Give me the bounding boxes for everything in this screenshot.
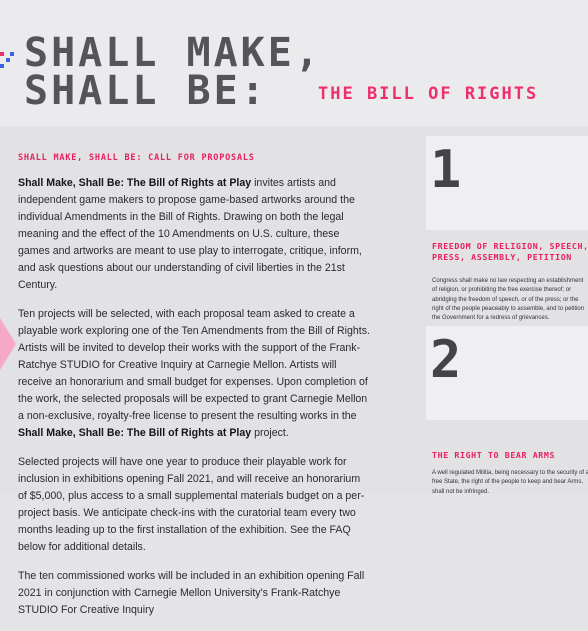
project-name-bold: Shall Make, Shall Be: The Bill of Rights…	[18, 177, 252, 189]
amendment-card-1: 1	[426, 136, 588, 230]
section-title: SHALL MAKE, SHALL BE: CALL FOR PROPOSALS	[18, 153, 255, 163]
selection-text: Ten projects will be selected, with each…	[18, 308, 370, 422]
exhibition-paragraph: The ten commissioned works will be inclu…	[18, 570, 365, 616]
pink-triangle-decoration	[0, 318, 16, 370]
project-name-bold-2: Shall Make, Shall Be: The Bill of Rights…	[18, 427, 252, 439]
amendment-text-2: A well regulated Militia, being necessar…	[432, 470, 588, 495]
timeline-paragraph: Selected projects will have one year to …	[18, 456, 365, 553]
amendment-card-2: 2	[426, 326, 588, 420]
selection-paragraph: Ten projects will be selected, with each…	[18, 306, 370, 442]
amendment-number-1: 1	[430, 140, 462, 200]
pixel-arrow-icon	[0, 52, 14, 68]
hero-title-line-1: SHALL MAKE,	[24, 30, 322, 76]
amendment-number-2: 2	[430, 330, 462, 390]
amendment-title-2: THE RIGHT TO BEAR ARMS	[432, 450, 556, 460]
amendment-text-1: Congress shall make no law respecting an…	[432, 278, 585, 322]
amendment-title-1: FREEDOM OF RELIGION, SPEECH, PRESS, ASSE…	[432, 241, 588, 262]
intro-paragraph: Shall Make, Shall Be: The Bill of Rights…	[18, 175, 370, 294]
hero-subtitle: THE BILL OF RIGHTS	[318, 84, 539, 104]
selection-text-end: project.	[251, 427, 289, 439]
call-for-proposals-section: SHALL MAKE, SHALL BE: CALL FOR PROPOSALS…	[18, 153, 370, 631]
hero-title-line-2: SHALL BE:	[24, 68, 268, 114]
intro-text: invites artists and independent game mak…	[18, 177, 362, 291]
